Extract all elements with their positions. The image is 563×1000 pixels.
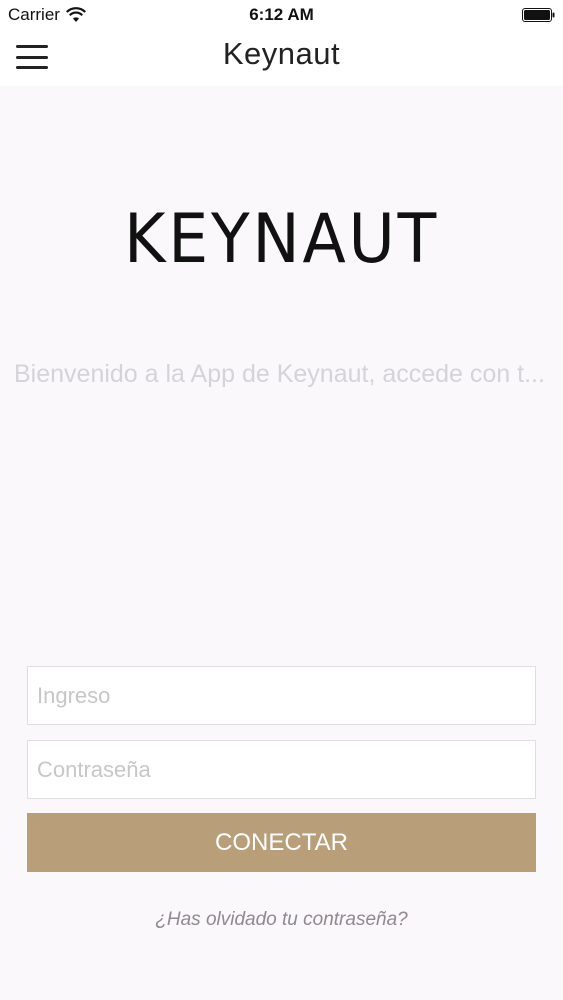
navigation-bar: Keynaut xyxy=(0,30,563,86)
login-input[interactable] xyxy=(27,666,536,725)
battery-icon xyxy=(522,8,555,22)
welcome-text: Bienvenido a la App de Keynaut, accede c… xyxy=(14,360,545,388)
status-time: 6:12 AM xyxy=(249,5,314,24)
password-input[interactable] xyxy=(27,740,536,799)
connect-button[interactable]: CONECTAR xyxy=(27,813,536,872)
nav-title: Keynaut xyxy=(222,36,341,71)
status-bar: Carrier 6:12 AM xyxy=(0,0,563,30)
keynaut-logo: KEYNAUT xyxy=(123,200,440,279)
forgot-password-link[interactable]: ¿Has olvidado tu contraseña? xyxy=(0,909,563,931)
